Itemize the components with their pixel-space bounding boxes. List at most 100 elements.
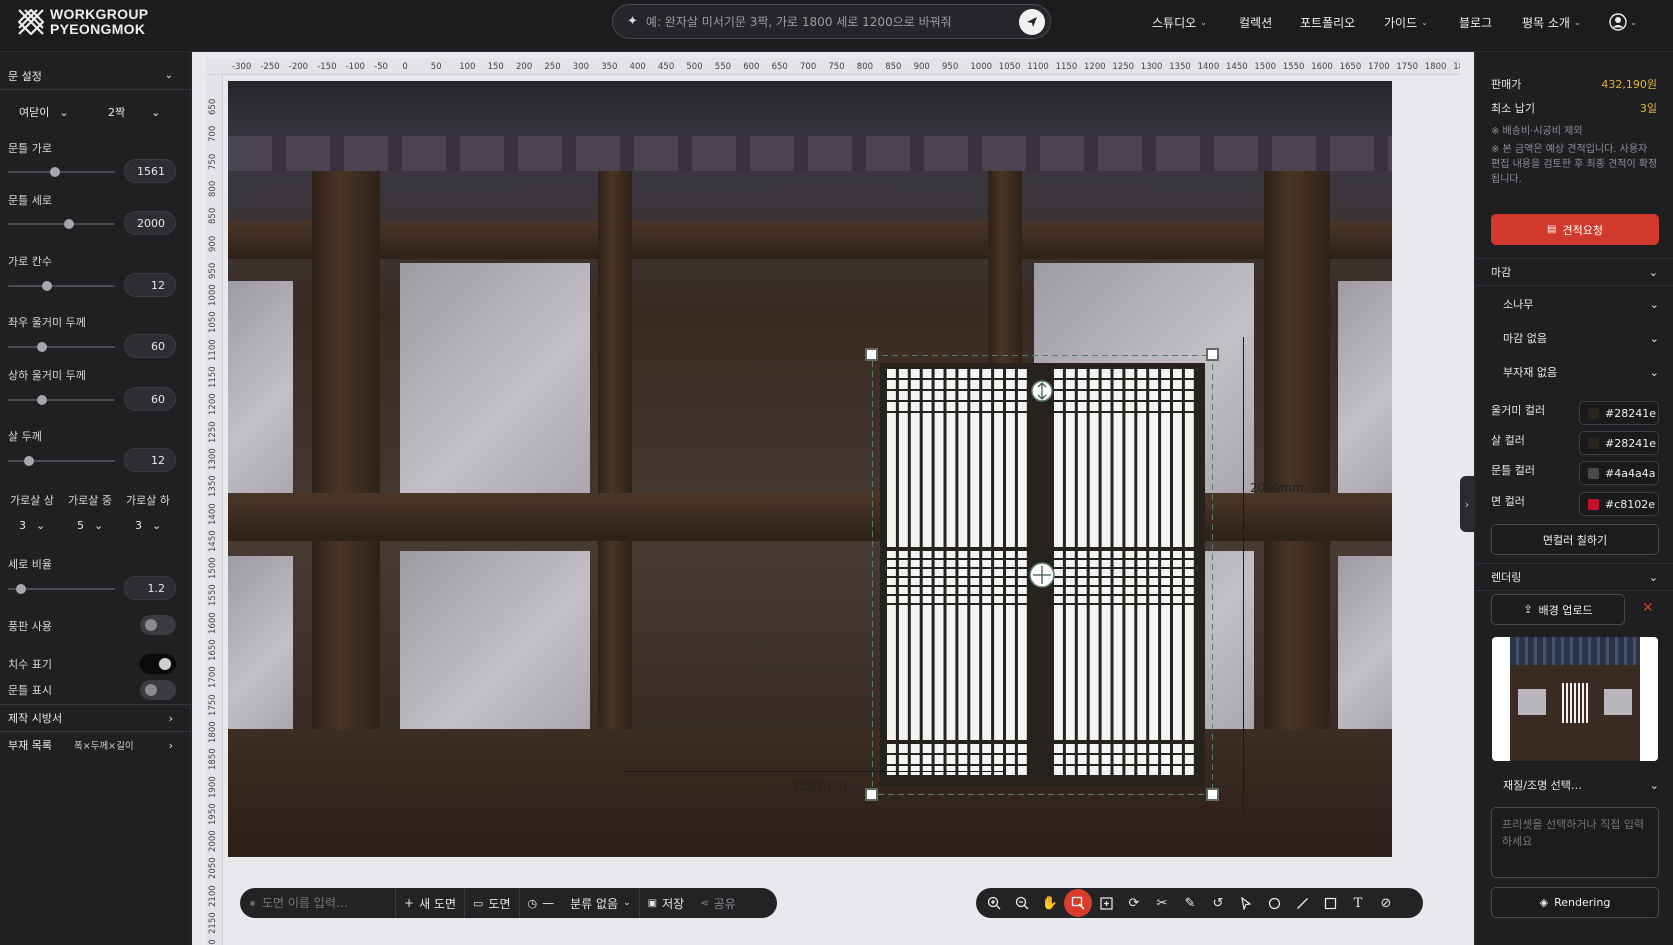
wood-select[interactable]: 소나무 ⌄ <box>1503 296 1659 312</box>
share-button[interactable]: ⋖ 공유 <box>692 888 743 918</box>
clear-icon: ⊘ <box>1380 895 1392 911</box>
fit-tool[interactable] <box>1092 889 1120 917</box>
top-rail-input[interactable]: 60 <box>124 387 176 411</box>
slider-knob[interactable] <box>64 219 75 229</box>
rendering-button[interactable]: ◈ Rendering <box>1491 887 1659 918</box>
select-area-tool[interactable] <box>1064 889 1092 917</box>
nav-about[interactable]: 평목 소개 ⌄ <box>1522 0 1581 44</box>
panel-count-select[interactable]: 2짝 ⌄ <box>108 104 160 120</box>
top-rail-slider[interactable] <box>8 395 115 405</box>
resize-handle-tl[interactable] <box>865 348 878 361</box>
columns-input[interactable]: 12 <box>124 273 176 297</box>
columns-slider[interactable] <box>8 281 115 291</box>
nav-studio[interactable]: 스튜디오 ⌄ <box>1152 0 1207 44</box>
frame-width-slider[interactable] <box>8 167 115 177</box>
zoom-out-tool[interactable] <box>1008 889 1036 917</box>
lattice-cell <box>1077 587 1087 594</box>
frame-height-slider[interactable] <box>8 219 115 229</box>
vertical-ratio-input[interactable]: 1.2 <box>124 576 176 600</box>
show-dimensions-toggle[interactable] <box>140 654 176 674</box>
door-settings-header[interactable]: 문 설정 ⌄ <box>0 62 191 90</box>
quote-request-button[interactable]: ▤ 견적요청 <box>1491 214 1659 245</box>
finish-section-header[interactable]: 마감 ⌄ <box>1475 258 1673 286</box>
frame-color-field[interactable]: #4a4a4a <box>1579 461 1659 485</box>
slider-knob[interactable] <box>49 167 60 177</box>
slider-knob[interactable] <box>15 584 26 594</box>
parts-list-row[interactable]: 부재 목록 폭×두께×길이 › <box>0 732 191 758</box>
bars-mid-select[interactable]: 5 ⌄ <box>77 519 103 532</box>
ruler-tick-label: 1200 <box>1084 62 1106 72</box>
history-button[interactable]: ◷ — <box>518 888 563 918</box>
bars-bottom-select[interactable]: 3 ⌄ <box>135 519 161 532</box>
slider-knob[interactable] <box>37 395 48 405</box>
lattice-cell <box>1065 596 1075 603</box>
slider-knob[interactable] <box>37 342 48 352</box>
show-frame-toggle[interactable] <box>140 680 176 700</box>
panel-use-toggle[interactable] <box>140 615 176 635</box>
spec-row[interactable]: 제작 시방서 › <box>0 704 191 732</box>
resize-handle-br[interactable] <box>1206 788 1219 801</box>
lattice-cell <box>898 596 908 603</box>
material-lighting-select[interactable]: 재질/조명 선택… ⌄ <box>1503 777 1659 793</box>
circle-tool[interactable] <box>1260 889 1288 917</box>
drawing-name-input[interactable] <box>262 896 392 910</box>
frame-height-input[interactable]: 2000 <box>124 211 176 235</box>
user-menu-button[interactable]: ⌄ <box>1609 13 1637 31</box>
lattice-cell <box>1113 551 1123 558</box>
send-button[interactable] <box>1019 8 1045 35</box>
background-thumbnail[interactable] <box>1492 637 1658 761</box>
hand-tool[interactable]: ✋ <box>1036 889 1064 917</box>
side-stile-input[interactable]: 60 <box>124 334 176 358</box>
lattice-cell <box>958 578 968 585</box>
nav-collection[interactable]: 컬렉션 <box>1239 0 1272 44</box>
upload-background-button[interactable]: ⇪ 배경 업로드 <box>1491 594 1625 625</box>
slider-knob[interactable] <box>41 281 52 291</box>
resize-handle-tr[interactable] <box>1206 348 1219 361</box>
save-button[interactable]: ▣ 저장 <box>638 888 693 918</box>
bar-color-field[interactable]: #28241e <box>1579 431 1659 455</box>
nav-blog[interactable]: 블로그 <box>1459 0 1492 44</box>
drawings-button[interactable]: ▭ 도면 <box>464 888 519 918</box>
opening-type-select[interactable]: 여닫이 ⌄ <box>19 104 69 120</box>
cursor-tool[interactable] <box>1232 889 1260 917</box>
finish-select[interactable]: 마감 없음 ⌄ <box>1503 330 1659 346</box>
scissors-tool[interactable]: ✂ <box>1148 889 1176 917</box>
line-tool[interactable] <box>1288 889 1316 917</box>
sub-material-select[interactable]: 부자재 없음 ⌄ <box>1503 364 1659 380</box>
select-area-icon <box>1071 896 1085 910</box>
text-tool[interactable]: T <box>1344 889 1372 917</box>
pen-tool[interactable]: ✎ <box>1176 889 1204 917</box>
door-drawing[interactable] <box>872 355 1213 795</box>
slider-knob[interactable] <box>24 456 35 466</box>
collapse-right-button[interactable]: › <box>1460 476 1474 532</box>
nav-guide[interactable]: 가이드 ⌄ <box>1384 0 1428 44</box>
frame-width-input[interactable]: 1561 <box>124 159 176 183</box>
new-drawing-button[interactable]: + 새 도면 <box>395 888 464 918</box>
rectangle-tool[interactable] <box>1316 889 1344 917</box>
category-select[interactable]: 분류 없음 ⌄ <box>562 888 639 918</box>
render-section-header[interactable]: 렌더링 ⌄ <box>1475 563 1673 591</box>
bars-top-select[interactable]: 3 ⌄ <box>19 519 45 532</box>
side-stile-slider[interactable] <box>8 342 115 352</box>
undo-tool[interactable]: ↺ <box>1204 889 1232 917</box>
nav-portfolio[interactable]: 포트폴리오 <box>1300 0 1355 44</box>
ruler-tick-label: 1450 <box>208 530 218 552</box>
paint-face-button[interactable]: 면컬러 칠하기 <box>1491 524 1659 555</box>
stile-color-field[interactable]: #28241e <box>1579 401 1659 425</box>
render-prompt-input[interactable] <box>1491 807 1659 878</box>
remove-background-button[interactable]: ✕ <box>1642 600 1654 616</box>
face-color-field[interactable]: #c8102e <box>1579 492 1659 516</box>
clear-tool[interactable]: ⊘ <box>1372 889 1400 917</box>
bar-thickness-slider[interactable] <box>8 456 115 466</box>
drawing-name-field <box>240 896 395 910</box>
zoom-in-icon <box>987 896 1001 910</box>
bar-thickness-input[interactable]: 12 <box>124 448 176 472</box>
ai-prompt-input[interactable] <box>645 14 1019 29</box>
vertical-ratio-slider[interactable] <box>8 584 115 594</box>
bar-color-swatch <box>1588 437 1599 449</box>
zoom-in-tool[interactable] <box>980 889 1008 917</box>
resize-handle-bl[interactable] <box>865 788 878 801</box>
refresh-tool[interactable]: ⟳ <box>1120 889 1148 917</box>
lattice-cell <box>1125 413 1135 547</box>
logo[interactable]: WORKGROUP PYEONGMOK <box>18 7 148 37</box>
